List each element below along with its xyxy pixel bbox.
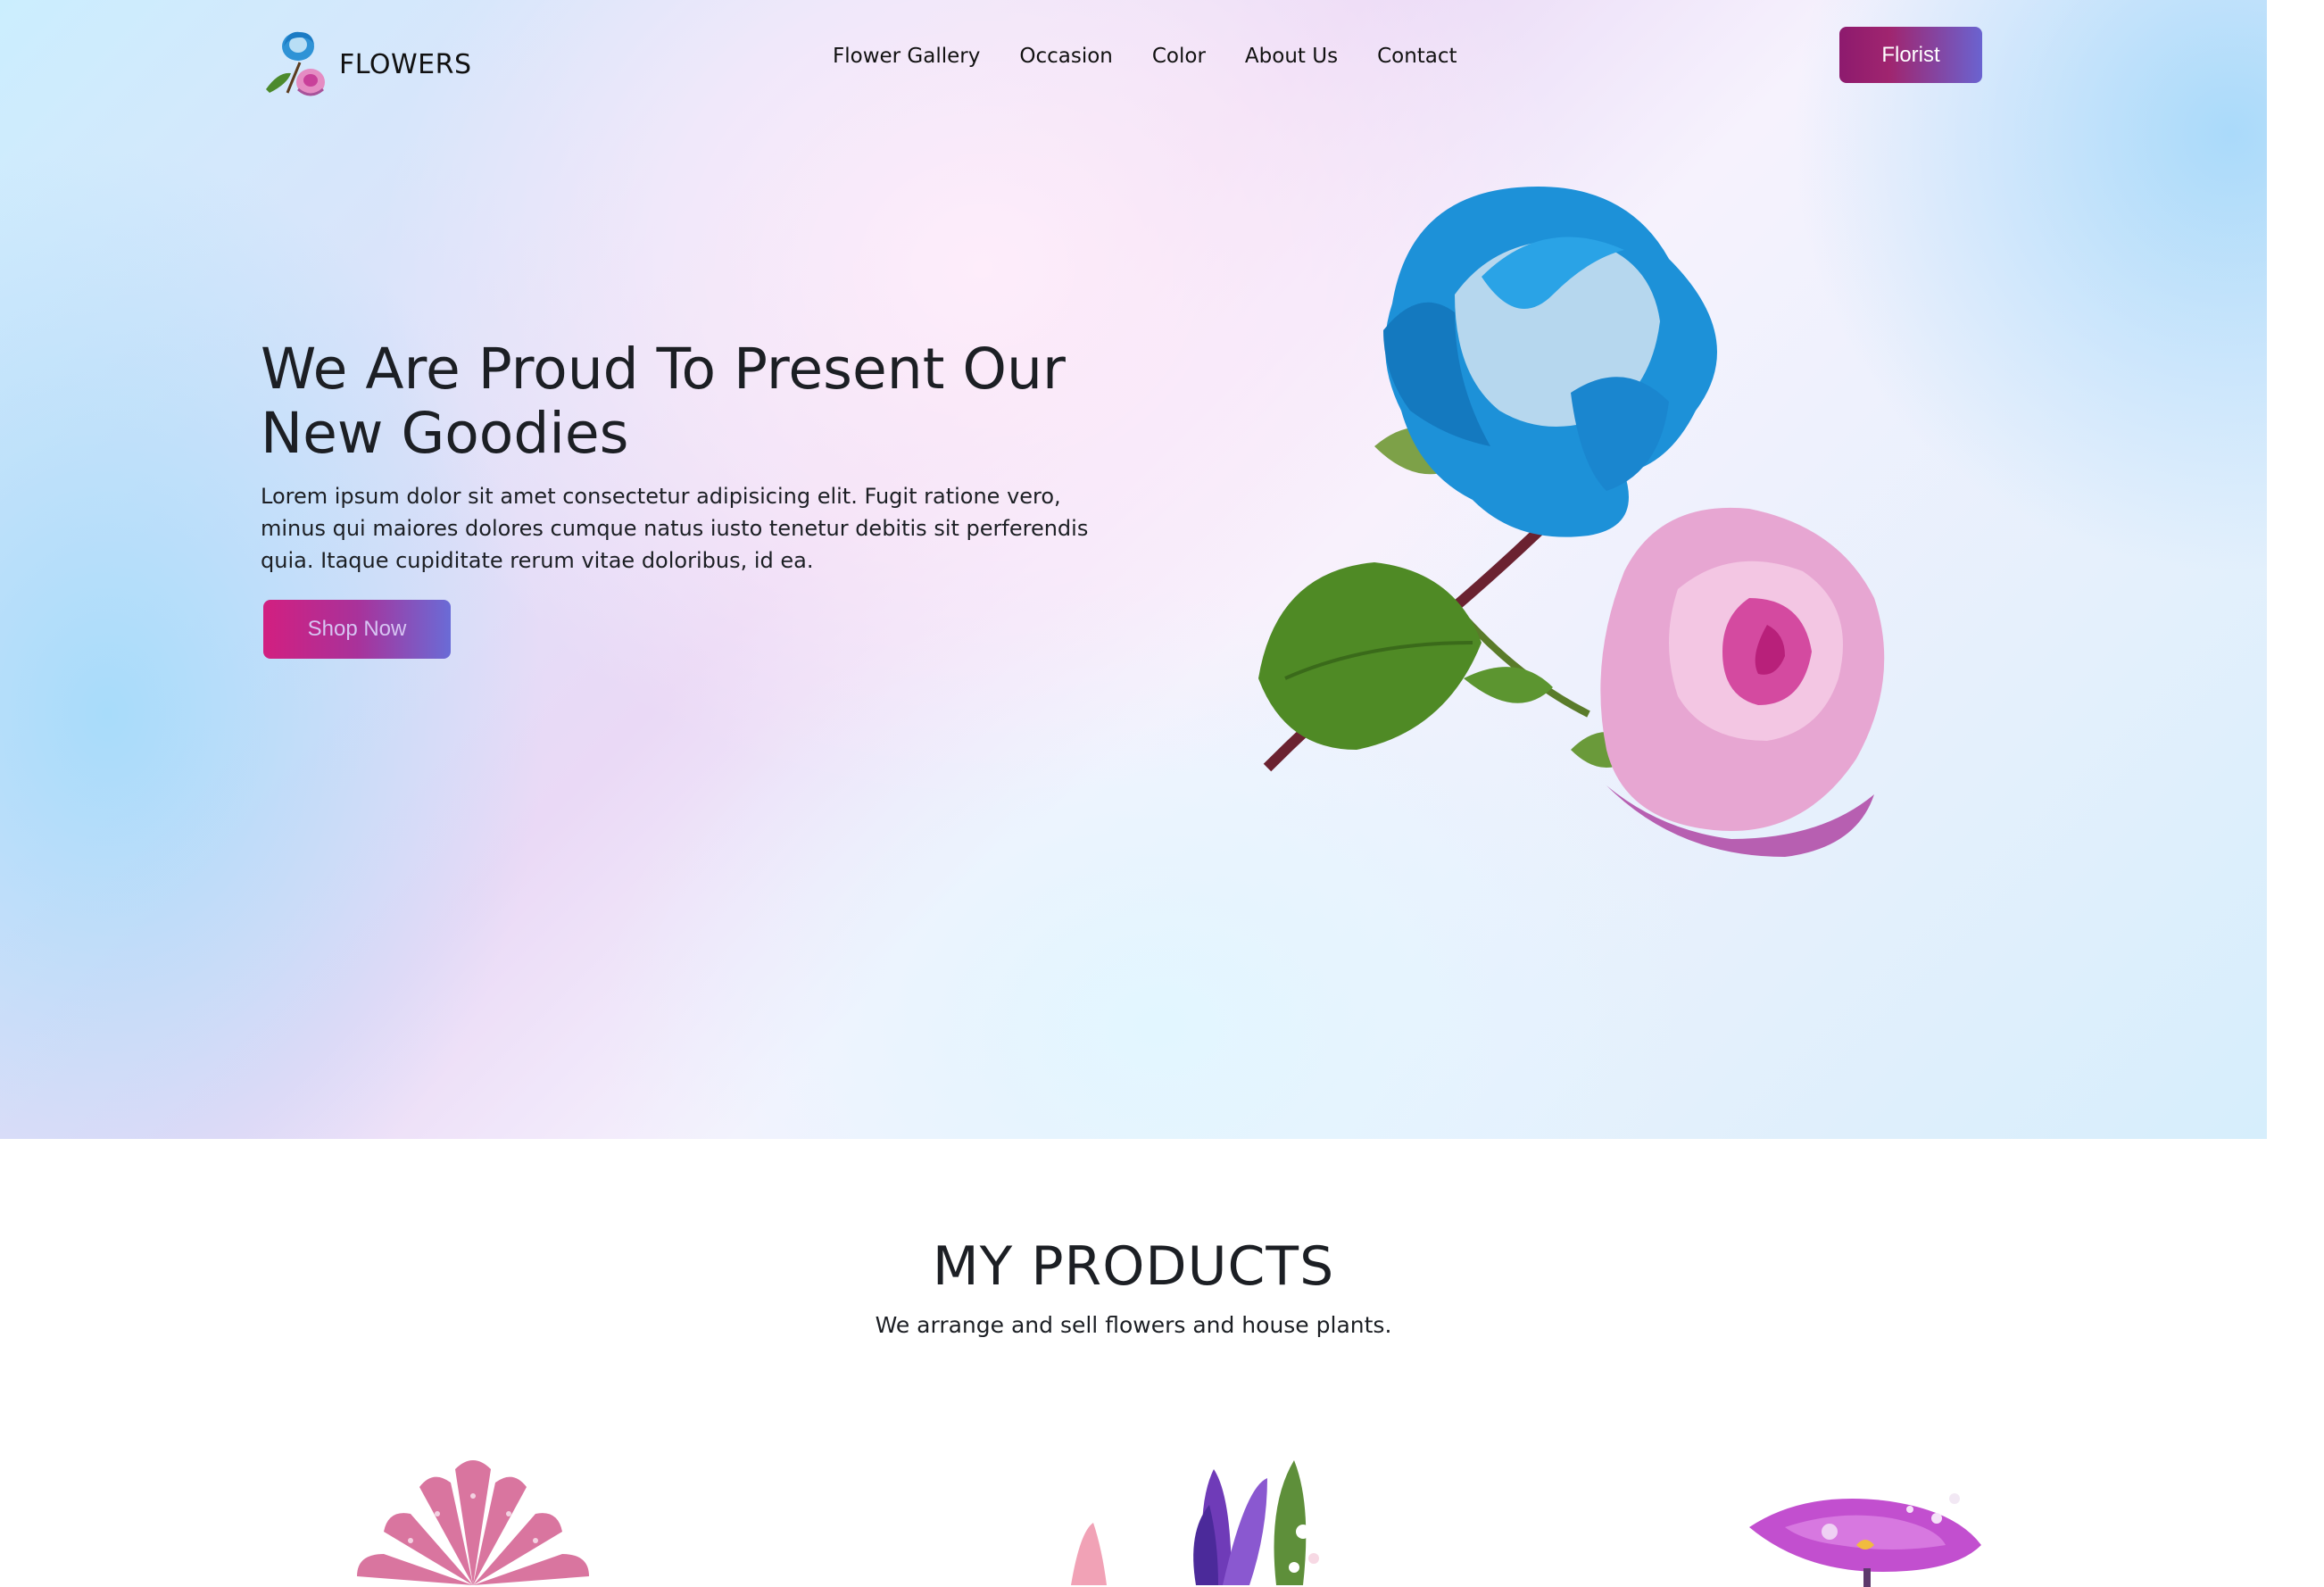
nav-link-about-us[interactable]: About Us bbox=[1245, 45, 1338, 68]
nav-link-color[interactable]: Color bbox=[1152, 45, 1206, 68]
hero-title: We Are Proud To Present Our New Goodies bbox=[261, 337, 1066, 466]
product-image-purple-iris[interactable] bbox=[1053, 1451, 1374, 1587]
product-image-magenta-flower[interactable] bbox=[1749, 1491, 1990, 1587]
main-nav: Flower Gallery Occasion Color About Us C… bbox=[833, 45, 1497, 68]
products-section: MY PRODUCTS We arrange and sell flowers … bbox=[0, 1139, 2324, 1587]
florist-button[interactable]: Florist bbox=[1839, 27, 1982, 83]
page: FLOWERS Flower Gallery Occasion Color Ab… bbox=[0, 0, 2324, 1587]
hero-roses-image bbox=[1258, 187, 1885, 857]
hero-section: FLOWERS Flower Gallery Occasion Color Ab… bbox=[0, 0, 2267, 1139]
rose-bouquet-icon bbox=[266, 31, 325, 96]
brand-logo[interactable]: FLOWERS bbox=[261, 27, 472, 102]
shop-now-button[interactable]: Shop Now bbox=[263, 600, 451, 659]
brand-name: FLOWERS bbox=[339, 48, 472, 80]
nav-link-contact[interactable]: Contact bbox=[1377, 45, 1457, 68]
nav-link-flower-gallery[interactable]: Flower Gallery bbox=[833, 45, 980, 68]
nav-link-occasion[interactable]: Occasion bbox=[1019, 45, 1113, 68]
products-title: MY PRODUCTS bbox=[932, 1235, 1335, 1298]
hero-description: Lorem ipsum dolor sit amet consectetur a… bbox=[261, 484, 1089, 573]
product-image-pink-daisy[interactable] bbox=[339, 1451, 607, 1587]
top-navbar: FLOWERS Flower Gallery Occasion Color Ab… bbox=[0, 0, 2267, 116]
products-subtitle: We arrange and sell flowers and house pl… bbox=[875, 1312, 1392, 1338]
